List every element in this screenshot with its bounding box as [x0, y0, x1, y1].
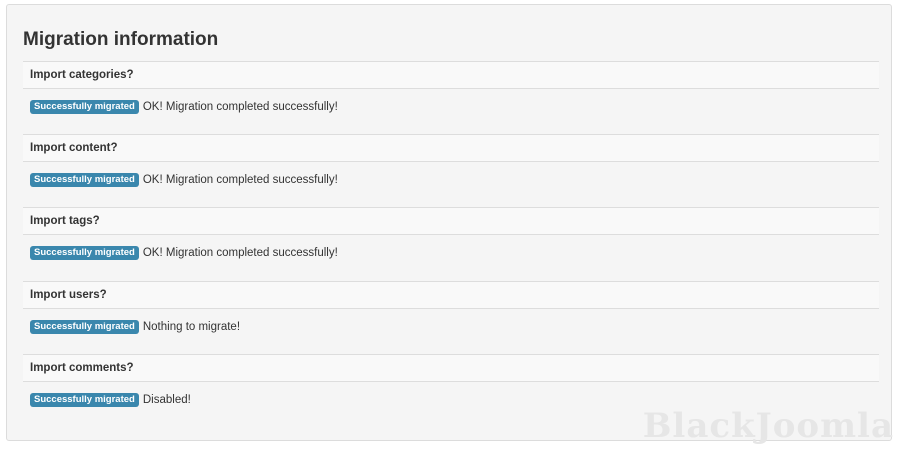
section-header: Import users?: [23, 280, 879, 309]
status-message: Disabled!: [142, 393, 191, 406]
migration-sections: Import categories? Successfully migrated…: [23, 61, 879, 427]
status-badge: Successfully migrated: [30, 100, 139, 114]
section-header: Import tags?: [23, 207, 879, 236]
status-message: OK! Migration completed successfully!: [142, 101, 338, 113]
section-import-users: Import users? Successfully migrated Noth…: [23, 280, 879, 354]
status-badge: Successfully migrated: [30, 246, 139, 261]
section-body: Successfully migrated Disabled!: [30, 391, 191, 409]
section-import-tags: Import tags? Successfully migrated OK! M…: [23, 207, 879, 280]
section-body: Successfully migrated OK! Migration comp…: [30, 244, 338, 262]
migration-panel: Migration information Import categories?…: [6, 4, 892, 441]
status-message: OK! Migration completed successfully!: [142, 247, 338, 260]
section-header: Import categories?: [23, 61, 879, 89]
status-message: OK! Migration completed successfully!: [142, 174, 338, 187]
section-label: Import users?: [30, 288, 107, 301]
section-body: Successfully migrated OK! Migration comp…: [30, 98, 338, 116]
section-label: Import tags?: [30, 215, 100, 228]
status-badge: Successfully migrated: [30, 319, 139, 334]
status-badge: Successfully migrated: [30, 173, 139, 188]
watermark-logo: BlackJoomla: [642, 406, 894, 446]
section-body: Successfully migrated OK! Migration comp…: [30, 171, 338, 189]
section-import-categories: Import categories? Successfully migrated…: [23, 61, 879, 134]
section-header: Import content?: [23, 134, 879, 163]
section-body: Successfully migrated Nothing to migrate…: [30, 318, 240, 336]
status-message: Nothing to migrate!: [142, 320, 241, 333]
status-badge: Successfully migrated: [30, 392, 139, 407]
section-import-content: Import content? Successfully migrated OK…: [23, 134, 879, 207]
section-header: Import comments?: [23, 353, 879, 382]
section-label: Import content?: [30, 142, 118, 155]
section-label: Import categories?: [30, 69, 134, 81]
page-title: Migration information: [23, 29, 219, 50]
section-label: Import comments?: [30, 361, 134, 374]
